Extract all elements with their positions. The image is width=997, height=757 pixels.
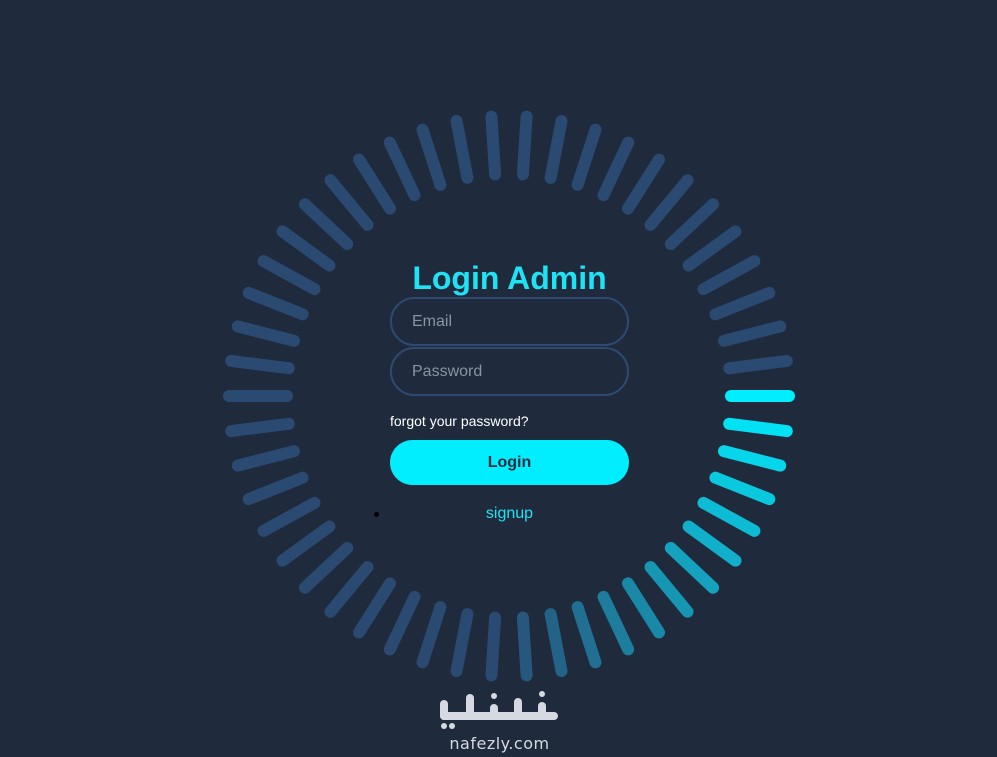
- ring-segment: [664, 542, 720, 594]
- ring-segment: [682, 225, 742, 272]
- ring-segment: [298, 542, 354, 594]
- ring-segment: [231, 445, 300, 472]
- ring-segment: [644, 174, 694, 231]
- ring-segment: [723, 354, 793, 375]
- ring-segment: [544, 115, 568, 184]
- email-field[interactable]: [390, 297, 629, 346]
- ring-segment: [353, 577, 396, 639]
- login-button[interactable]: Login: [390, 440, 629, 485]
- nafezly-arabic-logo-icon: [440, 691, 558, 729]
- ring-segment: [450, 115, 474, 184]
- ring-segment: [709, 286, 776, 321]
- ring-segment: [383, 590, 421, 656]
- ring-segment: [276, 520, 336, 567]
- ring-segment: [450, 608, 474, 677]
- ring-segment: [298, 198, 354, 250]
- ring-segment: [718, 445, 787, 472]
- ring-segment: [257, 255, 321, 296]
- ring-segment: [682, 520, 742, 567]
- ring-segment: [516, 611, 533, 682]
- ring-segment: [597, 136, 635, 202]
- ring-segment: [242, 471, 309, 506]
- ring-segment: [231, 320, 300, 347]
- cursor-dot: [374, 512, 379, 517]
- ring-segment: [723, 417, 793, 438]
- ring-segment: [516, 110, 533, 181]
- ring-segment: [664, 198, 720, 250]
- ring-segment: [242, 286, 309, 321]
- ring-segment: [622, 577, 665, 639]
- ring-segment: [571, 601, 602, 669]
- ring-segment: [597, 590, 635, 656]
- login-page: Login Admin forgot your password? Login …: [0, 0, 997, 757]
- ring-segment: [485, 611, 502, 682]
- ring-segment: [225, 354, 295, 375]
- ring-segment: [416, 123, 447, 191]
- ring-segment: [353, 153, 396, 215]
- ring-segment: [257, 496, 321, 537]
- ring-segment: [718, 320, 787, 347]
- page-title: Login Admin: [412, 260, 607, 296]
- nafezly-domain-label: nafezly.com: [449, 734, 550, 753]
- nafezly-logo: nafezly.com: [432, 690, 567, 755]
- ring-segment: [709, 471, 776, 506]
- ring-segment: [697, 496, 761, 537]
- ring-segment: [544, 608, 568, 677]
- ring-segment: [644, 561, 694, 618]
- forgot-password-link[interactable]: forgot your password?: [390, 413, 529, 429]
- ring-segment: [276, 225, 336, 272]
- signup-link[interactable]: signup: [390, 505, 629, 523]
- ring-segment: [571, 123, 602, 191]
- password-field[interactable]: [390, 347, 629, 396]
- ring-segment: [324, 174, 374, 231]
- ring-segment: [416, 601, 447, 669]
- ring-segment: [383, 136, 421, 202]
- ring-segment: [485, 110, 502, 181]
- ring-segment: [225, 417, 295, 438]
- ring-segment: [324, 561, 374, 618]
- ring-segment: [622, 153, 665, 215]
- ring-segment: [697, 255, 761, 296]
